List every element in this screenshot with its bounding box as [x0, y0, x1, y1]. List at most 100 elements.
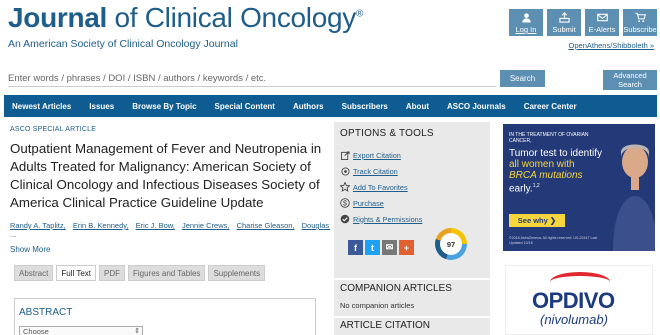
rights-permissions-label: Rights & Permissions — [353, 214, 423, 224]
registered-mark: ® — [355, 8, 364, 20]
dollar-icon: $ — [340, 198, 350, 208]
ad-line-4-wrap: early.1,2 — [509, 181, 609, 194]
purchase-label: Purchase — [353, 198, 384, 208]
author-link[interactable]: Eric J. Bow, — [136, 221, 175, 230]
altmetric-badge[interactable]: 97 — [435, 228, 467, 260]
opdivo-generic: (nivolumab) — [540, 312, 608, 327]
export-citation-link[interactable]: Export Citation — [340, 150, 401, 160]
author-link[interactable]: Charise Gleason, — [237, 221, 295, 230]
ovarian-cancer-ad[interactable]: IN THE TREATMENT OF OVARIAN CANCER, Tumo… — [503, 124, 655, 251]
opdivo-ad[interactable]: OPDIVO (nivolumab) — [505, 265, 653, 335]
article-tabs: Abstract Full Text PDF Figures and Table… — [14, 265, 266, 281]
search-button[interactable]: Search — [500, 70, 545, 87]
tab-figures-and-tables[interactable]: Figures and Tables — [127, 265, 206, 281]
add-to-favorites-link[interactable]: Add To Favorites — [340, 182, 408, 192]
twitter-icon[interactable]: t — [365, 240, 380, 255]
author-list: Randy A. Taplitz, Erin B. Kennedy, Eric … — [10, 221, 330, 230]
main-nav: Newest Articles Issues Browse By Topic S… — [4, 95, 657, 117]
author-link[interactable]: Randy A. Taplitz, — [10, 221, 66, 230]
track-icon — [340, 166, 350, 176]
nav-career-center[interactable]: Career Center — [524, 102, 577, 111]
choose-label: Choose — [23, 327, 49, 335]
article-citation-panel: ARTICLE CITATION — [334, 318, 490, 335]
svg-text:$: $ — [343, 201, 347, 208]
show-more-link[interactable]: Show More — [10, 245, 50, 254]
nav-issues[interactable]: Issues — [89, 102, 114, 111]
companion-title: COMPANION ARTICLES — [340, 283, 452, 294]
tab-supplements[interactable]: Supplements — [208, 265, 266, 281]
ad-line-2: all women with — [509, 159, 575, 170]
citation-title: ARTICLE CITATION — [340, 320, 431, 331]
purchase-link[interactable]: $ Purchase — [340, 198, 384, 208]
article-title: Outpatient Management of Fever and Neutr… — [10, 141, 322, 210]
subscribe-button[interactable]: Subscribe — [623, 9, 657, 36]
select-arrows-icon: ⇕ — [134, 328, 140, 335]
add-to-favorites-label: Add To Favorites — [353, 182, 408, 192]
export-icon — [340, 150, 350, 160]
track-citation-link[interactable]: Track Citation — [340, 166, 398, 176]
plus-icon[interactable]: + — [399, 240, 414, 255]
nav-authors[interactable]: Authors — [293, 102, 324, 111]
ad-line-4: early. — [509, 183, 533, 195]
share-buttons: f t ✉ + — [348, 240, 414, 255]
authors-ellipsis: ... — [10, 230, 17, 239]
e-alerts-label: E-Alerts — [588, 25, 616, 34]
abstract-heading: ABSTRACT — [19, 307, 73, 318]
author-link[interactable]: Douglas K. Hawley, — [302, 221, 330, 230]
star-icon — [340, 182, 350, 192]
envelope-icon — [596, 13, 608, 22]
ad-line-1: Tumor test to identify — [509, 148, 602, 159]
search-input[interactable] — [8, 71, 496, 87]
advanced-search-label-1: Advanced — [613, 71, 647, 80]
submit-label: Submit — [552, 25, 576, 34]
journal-subtitle: An American Society of Clinical Oncology… — [8, 38, 238, 50]
nav-subscribers[interactable]: Subscribers — [342, 102, 388, 111]
subscribe-label: Subscribe — [623, 25, 657, 34]
export-citation-label: Export Citation — [353, 150, 401, 160]
nav-browse-by-topic[interactable]: Browse By Topic — [132, 102, 196, 111]
tab-full-text[interactable]: Full Text — [56, 265, 96, 281]
altmetric-score: 97 — [440, 233, 462, 255]
nav-special-content[interactable]: Special Content — [215, 102, 275, 111]
submit-button[interactable]: Submit — [547, 9, 581, 36]
email-icon[interactable]: ✉ — [382, 240, 397, 255]
companion-text: No companion articles — [340, 301, 415, 310]
tab-abstract[interactable]: Abstract — [14, 265, 54, 281]
author-link[interactable]: Jennie Crews, — [182, 221, 230, 230]
cart-icon — [634, 12, 646, 23]
journal-logo[interactable]: Journal of Clinical Oncology® — [8, 2, 363, 34]
facebook-icon[interactable]: f — [348, 240, 363, 255]
e-alerts-button[interactable]: E-Alerts — [585, 9, 619, 36]
advanced-search-button[interactable]: Advanced Search — [603, 70, 657, 90]
nav-newest-articles[interactable]: Newest Articles — [12, 102, 71, 111]
section-choose-select[interactable]: Choose ⇕ — [19, 326, 143, 335]
check-badge-icon — [340, 214, 350, 224]
account-toolbar: Log In Submit E-Alerts Subscribe — [509, 9, 657, 36]
login-label: Log In — [515, 25, 537, 34]
abstract-panel: ABSTRACT Choose ⇕ — [14, 298, 316, 335]
nav-asco-journals[interactable]: ASCO Journals — [447, 102, 506, 111]
companion-articles-panel: COMPANION ARTICLES No companion articles — [334, 280, 490, 316]
author-link[interactable]: Erin B. Kennedy, — [73, 221, 129, 230]
logo-rest: of Clinical Oncology — [107, 2, 357, 33]
ad-line-3: BRCA mutations — [509, 170, 583, 181]
ad-woman-image — [613, 144, 655, 251]
ad-fine-print: ©2018 AstraZeneca. All rights reserved. … — [509, 236, 598, 245]
login-button[interactable]: Log In — [509, 9, 543, 36]
ad-headline: Tumor test to identify all women with BR… — [509, 148, 609, 194]
track-citation-label: Track Citation — [353, 166, 398, 176]
rights-permissions-link[interactable]: Rights & Permissions — [340, 214, 422, 224]
advanced-search-label-2: Search — [618, 80, 642, 89]
ad-superscript: 1,2 — [532, 183, 540, 189]
tab-pdf[interactable]: PDF — [98, 265, 125, 281]
openathens-link[interactable]: OpenAthens/Shibboleth » — [569, 41, 654, 50]
logo-journal-word: Journal — [8, 2, 108, 33]
article-section-label: ASCO SPECIAL ARTICLE — [10, 126, 97, 133]
see-why-button[interactable]: See why ❯ — [509, 214, 565, 227]
opdivo-brand: OPDIVO — [532, 288, 615, 313]
ad-top-text: IN THE TREATMENT OF OVARIAN CANCER, — [509, 132, 589, 144]
options-tools-panel: OPTIONS & TOOLS Export Citation Track Ci… — [334, 122, 490, 278]
person-icon — [521, 13, 531, 23]
options-title: OPTIONS & TOOLS — [340, 128, 434, 139]
nav-about[interactable]: About — [406, 102, 429, 111]
